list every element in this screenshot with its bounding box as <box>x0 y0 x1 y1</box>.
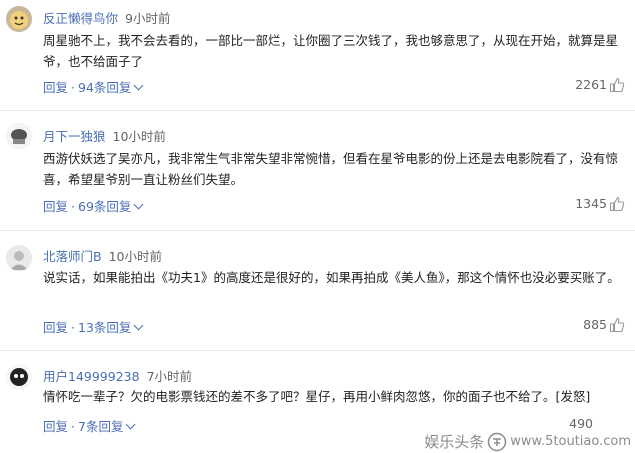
reply-button[interactable]: 回复 <box>43 419 68 434</box>
username[interactable]: 月下一独狼 <box>43 129 106 144</box>
avatar-image-icon <box>6 364 32 390</box>
comment-text: 说实话，如果能拍出《功夫1》的高度还是很好的，如果再拍成《美人鱼》，那这个情怀也… <box>43 270 620 285</box>
timestamp: 9小时前 <box>125 11 171 26</box>
like-count: 885 <box>583 317 607 332</box>
reply-button[interactable]: 回复 <box>43 80 68 95</box>
like-count: 2261 <box>575 77 607 92</box>
chevron-down-icon <box>133 199 144 210</box>
username[interactable]: 反正懒得鸟你 <box>43 11 118 26</box>
timestamp: 10小时前 <box>108 249 162 264</box>
avatar-image-icon <box>6 245 32 271</box>
comment-actions: 回复 · 69条回复 <box>43 196 144 215</box>
divider <box>0 350 635 351</box>
avatar[interactable] <box>6 364 32 390</box>
comment-meta: 北落师门B 10小时前 <box>43 246 162 265</box>
divider <box>0 230 635 231</box>
comment-meta: 用户149999238 7小时前 <box>43 366 192 385</box>
avatar[interactable] <box>6 6 32 32</box>
timestamp: 7小时前 <box>146 369 193 384</box>
divider <box>0 110 635 111</box>
avatar-image-icon <box>6 6 32 32</box>
like-count: 1345 <box>575 196 607 211</box>
reply-button[interactable]: 回复 <box>43 199 68 214</box>
chevron-down-icon <box>133 320 144 331</box>
avatar[interactable] <box>6 245 32 271</box>
reply-button[interactable]: 回复 <box>43 320 68 335</box>
comment-text: 情怀吃一辈子？欠的电影票钱还的差不多了吧？星仔，再用小鲜肉忽悠，你的面子也不给了… <box>43 389 591 404</box>
timestamp: 10小时前 <box>112 129 166 144</box>
comment-text: 西游伏妖选了吴亦凡，我非常生气非常失望非常惋惜，但看在星爷电影的份上还是去电影院… <box>43 151 619 187</box>
chevron-down-icon <box>126 419 136 430</box>
watermark: 娱乐头条 www.5toutiao.com <box>424 431 631 452</box>
replies-toggle[interactable]: 94条回复 <box>78 80 144 95</box>
username[interactable]: 用户149999238 <box>43 369 140 384</box>
avatar-image-icon <box>6 123 32 149</box>
username[interactable]: 北落师门B <box>43 249 102 264</box>
watermark-url: www.5toutiao.com <box>510 434 631 449</box>
replies-toggle[interactable]: 7条回复 <box>78 419 136 434</box>
comment-text: 周星驰不上，我不会去看的，一部比一部烂，让你圈了三次钱了，我也够意思了，从现在开… <box>43 33 619 69</box>
replies-toggle[interactable]: 69条回复 <box>78 199 144 214</box>
thumbs-up-icon[interactable] <box>609 317 625 333</box>
chevron-down-icon <box>133 80 144 91</box>
watermark-brand: 娱乐头条 <box>424 433 485 451</box>
avatar[interactable] <box>6 123 32 149</box>
comment-actions: 回复 · 7条回复 <box>43 416 136 435</box>
thumbs-up-icon[interactable] <box>609 196 625 212</box>
comment-meta: 月下一独狼 10小时前 <box>43 126 166 145</box>
comment-actions: 回复 · 94条回复 <box>43 77 144 96</box>
comment-actions: 回复 · 13条回复 <box>43 317 144 336</box>
watermark-logo-icon <box>488 432 507 451</box>
thumbs-up-icon[interactable] <box>609 77 625 93</box>
replies-toggle[interactable]: 13条回复 <box>78 320 144 335</box>
comment-meta: 反正懒得鸟你 9小时前 <box>43 8 170 27</box>
like-count: 490 <box>569 416 593 431</box>
